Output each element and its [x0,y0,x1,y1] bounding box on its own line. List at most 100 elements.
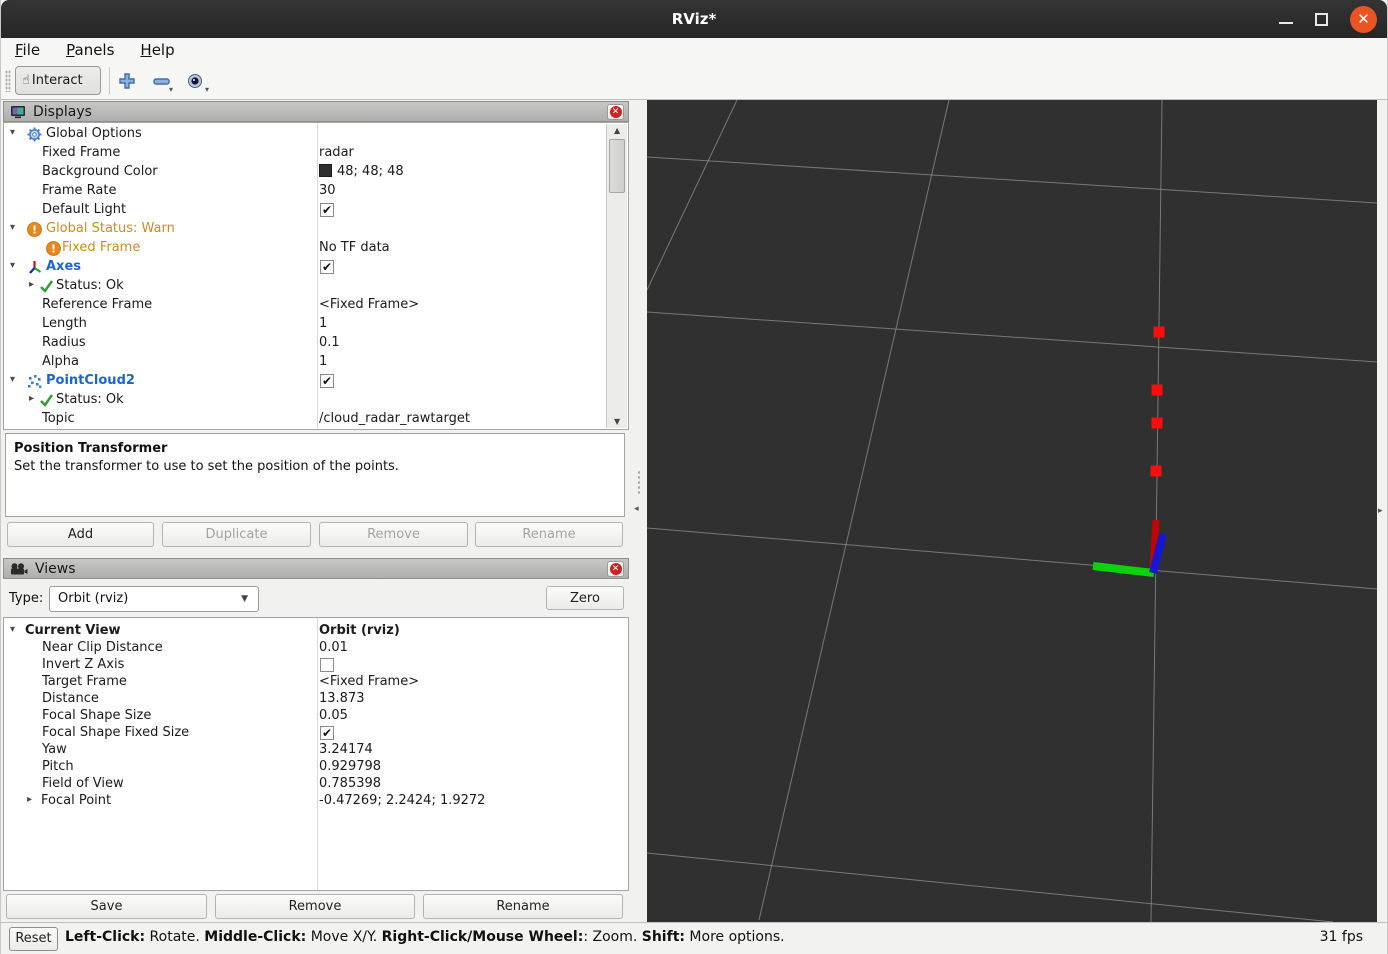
property-value[interactable]: No TF data [319,240,390,255]
tree-row[interactable]: ▾Axes✔ [4,258,628,277]
toolbar-grip[interactable] [5,70,11,92]
tree-row[interactable]: Topic/cloud_radar_rawtarget [4,410,628,429]
menu-file[interactable]: File [15,41,40,59]
tree-row[interactable]: Pitch0.929798 [4,758,628,775]
zero-button[interactable]: Zero [546,586,624,610]
property-value[interactable]: 3.24174 [319,742,373,757]
tree-row[interactable]: ▾Global Options [4,125,628,144]
expander-closed-icon[interactable]: ▸ [27,794,32,805]
views-panel-header[interactable]: Views ✕ [3,558,629,579]
titlebar[interactable]: RViz* ✕ [1,0,1387,38]
duplicate-button[interactable]: Duplicate [162,522,311,547]
remove-display-button[interactable]: Remove [319,522,468,547]
remove-view-button[interactable]: Remove [215,894,415,919]
dock-splitter[interactable]: ◂ [631,100,647,922]
views-tree[interactable]: ▾Current ViewOrbit (rviz)Near Clip Dista… [3,617,629,891]
property-value[interactable]: <Fixed Frame> [319,297,419,312]
tree-row[interactable]: Frame Rate30 [4,182,628,201]
tree-row[interactable]: !Fixed FrameNo TF data [4,239,628,258]
menu-panels[interactable]: Panels [66,41,114,59]
tree-row[interactable]: Invert Z Axis [4,656,628,673]
property-label: Background Color [42,164,158,179]
property-value[interactable]: 1 [319,316,327,331]
property-value[interactable]: <Fixed Frame> [319,674,419,689]
color-value[interactable]: 48; 48; 48 [319,164,404,179]
rename-view-button[interactable]: Rename [423,894,623,919]
checkbox-checked[interactable]: ✔ [320,374,334,388]
tree-row[interactable]: Target Frame<Fixed Frame> [4,673,628,690]
property-value[interactable]: Orbit (rviz) [319,623,400,638]
zoom-out-minus-icon[interactable]: ▾ [151,71,171,91]
displays-panel-header[interactable]: Displays ✕ [3,101,629,122]
property-value[interactable]: 0.01 [319,640,348,655]
tree-row[interactable]: Distance13.873 [4,690,628,707]
displays-tree[interactable]: ▲ ▼ ▾Global OptionsFixed FrameradarBackg… [3,122,629,430]
views-close-button[interactable]: ✕ [607,561,624,577]
add-button[interactable]: Add [7,522,154,547]
expander-open-icon[interactable]: ▾ [10,127,15,138]
rename-display-button[interactable]: Rename [475,522,623,547]
property-label: Near Clip Distance [42,640,163,655]
maximize-icon[interactable] [1315,13,1328,26]
checkbox-unchecked[interactable] [320,658,334,672]
eye-icon[interactable]: ▾ [186,71,206,91]
tree-row[interactable]: Yaw3.24174 [4,741,628,758]
expander-open-icon[interactable]: ▾ [10,624,15,635]
tree-row[interactable]: ▸ Status: Ok [4,391,628,410]
tree-row[interactable]: Length1 [4,315,628,334]
tree-row[interactable]: Field of View0.785398 [4,775,628,792]
property-label: Status: Ok [56,392,124,407]
expand-right-icon[interactable]: ▸ [1378,506,1383,516]
tree-row[interactable]: Focal Shape Size0.05 [4,707,628,724]
tree-row[interactable]: Reference Frame<Fixed Frame> [4,296,628,315]
expander-open-icon[interactable]: ▾ [10,374,15,385]
close-icon[interactable]: ✕ [1350,6,1377,33]
checkbox-checked[interactable]: ✔ [320,726,334,740]
checkbox-checked[interactable]: ✔ [320,203,334,217]
property-value[interactable]: radar [319,145,354,160]
zoom-in-plus-icon[interactable] [117,71,137,91]
tree-row[interactable]: Background Color 48; 48; 48 [4,163,628,182]
displays-panel-title: Displays [33,104,92,120]
expander-closed-icon[interactable]: ▸ [29,279,34,290]
reset-button[interactable]: Reset [9,927,58,951]
chevron-down-icon[interactable]: ▾ [205,85,209,94]
menu-help[interactable]: Help [140,41,174,59]
expander-open-icon[interactable]: ▾ [10,260,15,271]
interact-button[interactable]: ☝ Interact [15,66,101,95]
tree-row[interactable]: Alpha1 [4,353,628,372]
property-value[interactable]: 1 [319,354,327,369]
tree-row[interactable]: Focal Shape Fixed Size✔ [4,724,628,741]
collapse-left-icon[interactable]: ◂ [634,504,639,514]
property-value[interactable]: 13.873 [319,691,365,706]
render-viewport-3d[interactable] [647,100,1377,922]
save-button[interactable]: Save [6,894,207,919]
property-value[interactable]: /cloud_radar_rawtarget [319,411,470,426]
help-segment: Rotate. [145,929,204,945]
checkbox-checked[interactable]: ✔ [320,260,334,274]
minimize-icon[interactable] [1279,22,1293,24]
tree-row[interactable]: Fixed Frameradar [4,144,628,163]
property-value[interactable]: 0.1 [319,335,340,350]
expander-open-icon[interactable]: ▾ [10,222,15,233]
tree-row[interactable]: ▾PointCloud2✔ [4,372,628,391]
chevron-down-icon[interactable]: ▾ [169,85,173,94]
property-value[interactable]: 0.929798 [319,759,381,774]
tree-row[interactable]: Default Light✔ [4,201,628,220]
tree-row[interactable]: ▾Current ViewOrbit (rviz) [4,622,628,639]
property-value[interactable]: -0.47269; 2.2424; 1.9272 [319,793,485,808]
right-dock-edge[interactable]: ▸ [1377,100,1387,922]
tree-row[interactable]: ▾!Global Status: Warn [4,220,628,239]
expander-closed-icon[interactable]: ▸ [29,393,34,404]
property-value[interactable]: 30 [319,183,336,198]
tree-row[interactable]: ▸Status: Ok [4,277,628,296]
view-type-dropdown[interactable]: Orbit (rviz) ▼ [49,586,259,612]
property-value[interactable]: 0.785398 [319,776,381,791]
splitter-grip[interactable] [637,470,641,496]
property-value[interactable]: 0.05 [319,708,348,723]
tree-row[interactable]: Near Clip Distance 0.01 [4,639,628,656]
displays-close-button[interactable]: ✕ [607,104,624,120]
camera-icon [10,563,28,575]
tree-row[interactable]: ▸Focal Point-0.47269; 2.2424; 1.9272 [4,792,628,809]
tree-row[interactable]: Radius0.1 [4,334,628,353]
